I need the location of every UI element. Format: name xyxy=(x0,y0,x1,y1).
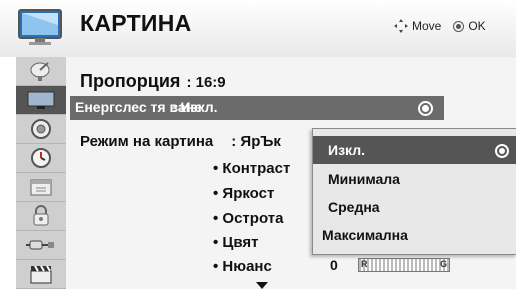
dropdown-option-label: Минимала xyxy=(328,171,400,187)
menu-item-tint[interactable]: Нюанс xyxy=(213,258,271,275)
ok-button-icon xyxy=(453,20,465,32)
sidebar-item-usb[interactable] xyxy=(16,260,66,289)
energy-saving-dropdown: Изкл. Минимала Средна Максимална xyxy=(312,128,516,255)
aspect-ratio-value: : 16:9 xyxy=(186,74,226,91)
menu-item-picture-mode[interactable]: Режим на картина : ЯрЪк xyxy=(80,133,281,150)
aspect-ratio-label: Пропорция xyxy=(80,71,181,91)
menu-item-contrast[interactable]: Контраст xyxy=(213,160,290,177)
selected-radio-icon xyxy=(495,144,509,158)
menu-item-sharpness[interactable]: Острота xyxy=(213,210,283,227)
dropdown-option-minimum[interactable]: Минимала xyxy=(313,165,516,193)
dropdown-option-medium[interactable]: Средна xyxy=(313,193,516,221)
picture-mode-label: Режим на картина xyxy=(80,133,214,150)
sidebar-item-time[interactable] xyxy=(16,144,66,173)
menu-item-brightness[interactable]: Яркост xyxy=(213,185,274,202)
ok-label: OK xyxy=(468,19,486,33)
lock-icon xyxy=(33,205,49,226)
sidebar-item-lock[interactable] xyxy=(16,202,66,231)
input-plug-icon xyxy=(26,240,54,250)
clock-icon xyxy=(31,148,51,168)
picture-mode-value: : ЯрЪк xyxy=(231,133,281,150)
menu-item-aspect-ratio[interactable]: Пропорция : 16:9 xyxy=(80,71,226,92)
tint-value: 0 xyxy=(330,257,338,273)
dropdown-option-label: Средна xyxy=(328,199,380,215)
dropdown-option-label: Максимална xyxy=(322,227,408,243)
menu-sidebar xyxy=(16,57,66,289)
speaker-icon xyxy=(31,119,51,139)
move-label: Move xyxy=(412,19,442,33)
tint-slider[interactable]: R G xyxy=(358,258,450,272)
dropdown-option-maximum[interactable]: Максимална xyxy=(313,221,516,249)
dropdown-option-label: Изкл. xyxy=(328,142,365,158)
sidebar-item-option[interactable] xyxy=(16,173,66,202)
calendar-icon xyxy=(30,179,52,196)
navigation-hint: Move OK xyxy=(394,19,486,33)
menu-title: КАРТИНА xyxy=(80,10,192,36)
menu-header: КАРТИНА Move OK xyxy=(0,0,516,57)
tint-red-label: R xyxy=(361,259,368,269)
sidebar-item-setup[interactable] xyxy=(16,57,66,86)
sidebar-item-input[interactable] xyxy=(16,231,66,260)
picture-tv-icon xyxy=(18,9,62,45)
sidebar-item-picture[interactable] xyxy=(16,86,66,115)
satellite-dish-icon xyxy=(30,62,50,81)
selected-radio-icon xyxy=(418,101,433,116)
tint-green-label: G xyxy=(439,259,447,269)
sidebar-item-audio[interactable] xyxy=(16,115,66,144)
dropdown-option-off[interactable]: Изкл. xyxy=(313,136,516,164)
picture-monitor-icon xyxy=(27,91,55,109)
energy-saving-value: : Изкл. xyxy=(172,99,218,115)
move-arrows-icon xyxy=(394,19,408,33)
clapperboard-icon xyxy=(30,265,52,284)
menu-item-color[interactable]: Цвят xyxy=(213,234,258,251)
scroll-down-arrow-icon[interactable] xyxy=(256,282,268,289)
